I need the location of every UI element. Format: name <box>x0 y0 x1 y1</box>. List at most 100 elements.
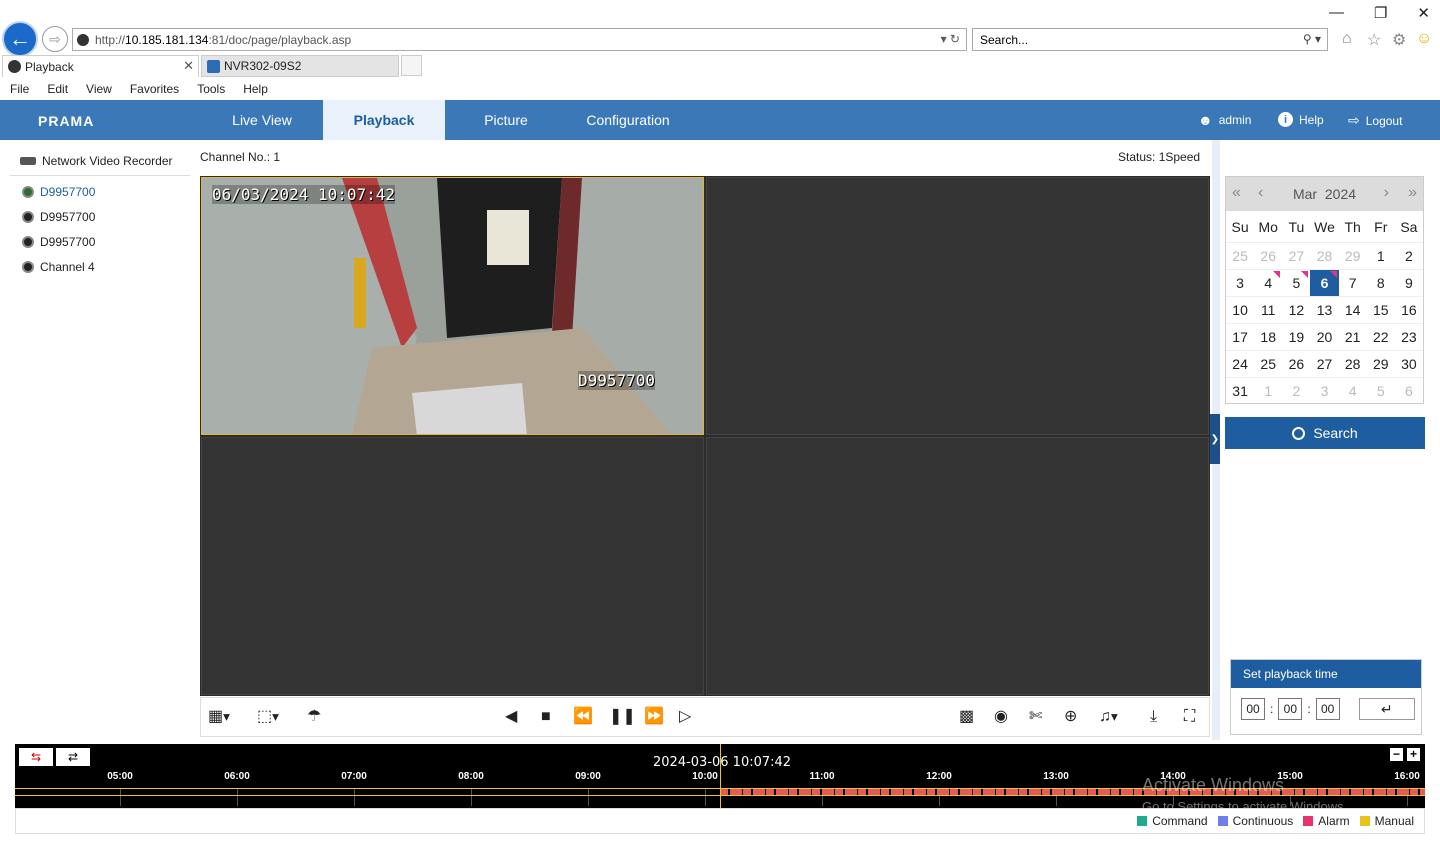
user-menu[interactable]: ☻ admin <box>1198 112 1251 128</box>
video-window-3[interactable] <box>201 437 704 695</box>
calendar-day[interactable]: 14 <box>1338 296 1367 323</box>
calendar-day[interactable]: 29 <box>1338 242 1367 269</box>
prev-year-icon[interactable]: « <box>1232 184 1241 202</box>
calendar-day[interactable]: 7 <box>1338 269 1367 296</box>
calendar-day[interactable]: 9 <box>1394 269 1423 296</box>
nav-picture[interactable]: Picture <box>445 100 567 140</box>
clip-icon[interactable]: ✄ <box>1029 708 1042 726</box>
gear-icon[interactable]: ⚙ <box>1392 30 1406 50</box>
calendar-day[interactable]: 23 <box>1394 323 1423 350</box>
audio-icon[interactable]: ♫▾ <box>1099 708 1118 726</box>
video-window-1[interactable]: 06/03/2024 10:07:42 D9957700 <box>201 177 704 435</box>
smiley-icon[interactable]: ☺ <box>1416 30 1432 48</box>
second-input[interactable]: 00 <box>1315 698 1340 720</box>
calendar-day[interactable]: 6 <box>1310 269 1339 296</box>
calendar-day[interactable]: 4 <box>1254 269 1283 296</box>
browser-search-input[interactable]: Search... ⚲ ▾ <box>972 28 1328 51</box>
address-bar[interactable]: http://10.185.181.134:81/doc/page/playba… <box>72 28 967 51</box>
single-frame-icon[interactable]: ▷ <box>679 708 691 726</box>
calendar-day[interactable]: 13 <box>1310 296 1339 323</box>
timeline-cursor[interactable] <box>720 744 721 808</box>
next-year-icon[interactable]: » <box>1408 184 1417 202</box>
next-month-icon[interactable]: › <box>1384 184 1389 202</box>
home-icon[interactable]: ⌂ <box>1342 30 1352 48</box>
calendar-day[interactable]: 22 <box>1366 323 1395 350</box>
fast-forward-icon[interactable]: ⏩ <box>644 708 664 726</box>
download-icon[interactable]: ⤓ <box>1150 708 1157 726</box>
calendar-day[interactable]: 28 <box>1338 350 1367 377</box>
calendar-day[interactable]: 8 <box>1366 269 1395 296</box>
search-button[interactable]: Search <box>1225 417 1425 449</box>
menu-help[interactable]: Help <box>243 79 268 99</box>
calendar-day[interactable]: 17 <box>1226 323 1255 350</box>
calendar-day[interactable]: 29 <box>1366 350 1395 377</box>
forward-button[interactable]: ⇨ <box>42 26 68 52</box>
refresh-icon[interactable]: ▾ ↻ <box>941 32 960 46</box>
hour-input[interactable]: 00 <box>1241 698 1265 720</box>
minimize-icon[interactable]: — <box>1329 4 1344 22</box>
calendar-day[interactable]: 2 <box>1394 242 1423 269</box>
search-icon[interactable]: ⚲ ▾ <box>1303 32 1321 46</box>
calendar-month[interactable]: Mar <box>1293 186 1317 202</box>
calendar-day[interactable]: 24 <box>1226 350 1255 377</box>
calendar-day[interactable]: 5 <box>1366 377 1395 404</box>
calendar-day[interactable]: 1 <box>1366 242 1395 269</box>
help-link[interactable]: i Help <box>1278 112 1324 127</box>
menu-view[interactable]: View <box>86 79 112 99</box>
tab-nvr[interactable]: NVR302-09S2 <box>201 55 399 77</box>
calendar-day[interactable]: 5 <box>1282 269 1311 296</box>
nav-configuration[interactable]: Configuration <box>567 100 689 140</box>
region-select-icon[interactable]: ⬚▾ <box>257 708 279 726</box>
close-tab-icon[interactable]: ✕ <box>183 58 194 74</box>
calendar-day[interactable]: 26 <box>1254 242 1283 269</box>
timeline-shrink-icon[interactable]: ⇄ <box>56 748 90 766</box>
calendar-day[interactable]: 27 <box>1282 242 1311 269</box>
calendar-day[interactable]: 6 <box>1394 377 1423 404</box>
calendar-day[interactable]: 19 <box>1282 323 1311 350</box>
back-button[interactable]: ← <box>2 21 38 57</box>
calendar-day[interactable]: 15 <box>1366 296 1395 323</box>
zoom-icon[interactable]: ⊕ <box>1064 708 1077 726</box>
new-tab-button[interactable] <box>401 55 422 76</box>
nvr-tree-title[interactable]: Network Video Recorder <box>20 154 173 168</box>
apply-time-button[interactable]: ↵ <box>1358 698 1415 720</box>
calendar-day[interactable]: 26 <box>1282 350 1311 377</box>
pause-icon[interactable]: ❚❚ <box>609 708 636 726</box>
capture-icon[interactable]: ◉ <box>994 708 1008 726</box>
calendar-day[interactable]: 3 <box>1310 377 1339 404</box>
prev-month-icon[interactable]: ‹ <box>1258 184 1263 202</box>
tab-playback[interactable]: Playback ✕ <box>2 55 199 77</box>
timeline-zoom-out-icon[interactable]: − <box>1390 748 1403 761</box>
channel-item-3[interactable]: D9957700 <box>22 235 95 249</box>
calendar-day[interactable]: 21 <box>1338 323 1367 350</box>
favorites-star-icon[interactable]: ☆ <box>1367 30 1381 50</box>
calendar-year[interactable]: 2024 <box>1325 186 1356 202</box>
stop-all-icon[interactable]: ▩ <box>959 708 974 726</box>
menu-edit[interactable]: Edit <box>47 79 68 99</box>
channel-item-2[interactable]: D9957700 <box>22 210 95 224</box>
video-window-2[interactable] <box>706 177 1209 435</box>
calendar-day[interactable]: 18 <box>1254 323 1283 350</box>
menu-favorites[interactable]: Favorites <box>130 79 179 99</box>
collapse-handle[interactable]: ❯ <box>1210 414 1220 464</box>
fullscreen-icon[interactable]: ⛶ <box>1184 708 1195 726</box>
close-icon[interactable]: ✕ <box>1417 4 1430 22</box>
channel-item-4[interactable]: Channel 4 <box>22 260 95 274</box>
calendar-day[interactable]: 10 <box>1226 296 1255 323</box>
calendar-day[interactable]: 3 <box>1226 269 1255 296</box>
minute-input[interactable]: 00 <box>1278 698 1303 720</box>
calendar-day[interactable]: 25 <box>1254 350 1283 377</box>
calendar-day[interactable]: 25 <box>1226 242 1255 269</box>
calendar-day[interactable]: 20 <box>1310 323 1339 350</box>
calendar-day[interactable]: 31 <box>1226 377 1255 404</box>
calendar-day[interactable]: 28 <box>1310 242 1339 269</box>
video-window-4[interactable] <box>706 437 1209 695</box>
reverse-play-icon[interactable]: ◀ <box>505 708 517 726</box>
stop-icon[interactable]: ■ <box>541 708 551 726</box>
timeline-zoom-in-icon[interactable]: + <box>1407 748 1420 761</box>
window-layout-icon[interactable]: ▦▾ <box>208 708 230 726</box>
calendar-day[interactable]: 12 <box>1282 296 1311 323</box>
calendar-day[interactable]: 30 <box>1394 350 1423 377</box>
timeline-expand-icon[interactable]: ⇆ <box>19 748 53 766</box>
nav-playback[interactable]: Playback <box>323 100 445 140</box>
